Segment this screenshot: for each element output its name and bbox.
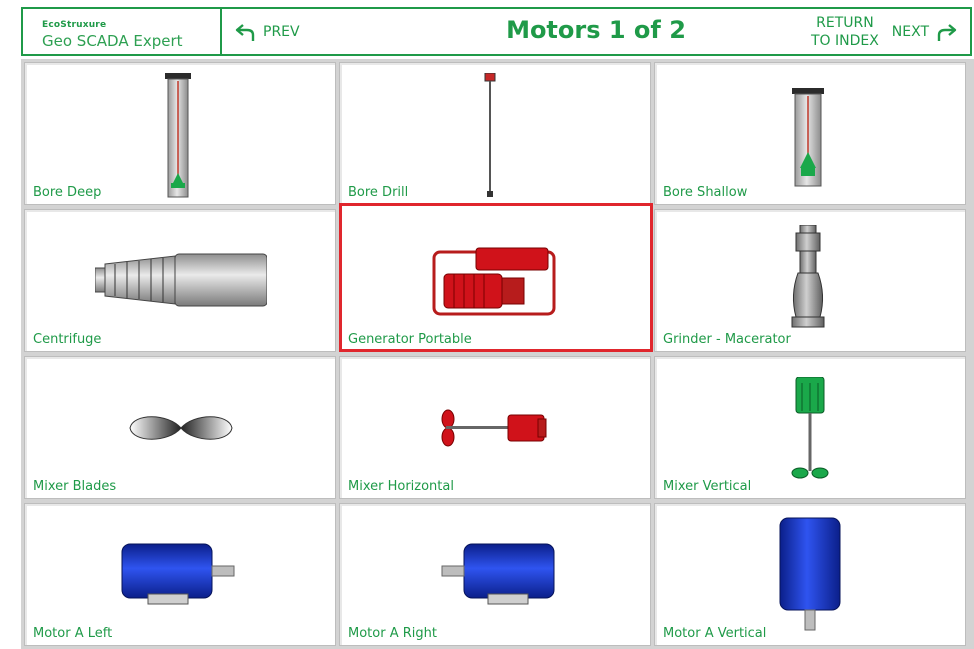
tile-label: Grinder - Macerator — [663, 332, 791, 347]
tile-mixer-horizontal[interactable]: Mixer Horizontal — [339, 356, 651, 499]
page-title: Motors 1 of 2 — [506, 16, 686, 44]
return-label-line1: RETURN — [816, 15, 874, 31]
next-button[interactable]: NEXT — [892, 22, 957, 42]
tile-motor-a-vertical[interactable]: Motor A Vertical — [654, 503, 966, 646]
tile-motor-a-right[interactable]: Motor A Right — [339, 503, 651, 646]
tile-label: Mixer Blades — [33, 479, 117, 494]
motor-a-left-icon — [121, 543, 235, 605]
next-label: NEXT — [891, 24, 929, 40]
grinder-macerator-icon — [791, 225, 825, 328]
tile-label: Bore Deep — [33, 185, 102, 200]
mixer-horizontal-icon — [441, 409, 547, 447]
return-label-line2: TO INDEX — [811, 33, 879, 49]
tile-label: Motor A Right — [348, 626, 437, 641]
tile-generator-portable[interactable]: Generator Portable — [339, 203, 653, 352]
return-to-index-button[interactable]: RETURN TO INDEX — [811, 14, 879, 50]
tile-label: Motor A Vertical — [663, 626, 767, 641]
back-arrow-icon — [235, 24, 255, 41]
centrifuge-icon — [95, 253, 267, 307]
tile-label: Generator Portable — [348, 332, 472, 347]
tile-bore-shallow[interactable]: Bore Shallow — [654, 62, 966, 205]
bore-shallow-icon — [792, 88, 824, 187]
forward-arrow-icon — [937, 24, 957, 41]
tile-centrifuge[interactable]: Centrifuge — [24, 209, 336, 352]
tile-mixer-blades[interactable]: Mixer Blades — [24, 356, 336, 499]
navigation-bar: PREV Motors 1 of 2 RETURN TO INDEX NEXT — [222, 7, 972, 56]
tile-grinder-macerator[interactable]: Grinder - Macerator — [654, 209, 966, 352]
tile-label: Bore Drill — [348, 185, 409, 200]
tile-label: Bore Shallow — [663, 185, 748, 200]
tile-label: Mixer Vertical — [663, 479, 752, 494]
logo-brand: EcoStruxure — [42, 20, 107, 30]
logo-box: EcoStruxure Geo SCADA Expert — [21, 7, 222, 56]
tile-label: Centrifuge — [33, 332, 102, 347]
logo-product-name: Geo SCADA Expert — [42, 32, 183, 50]
mixer-vertical-icon — [791, 377, 829, 479]
symbol-grid: Bore Deep Bore Drill Bore Shallow Centri… — [21, 59, 974, 649]
tile-label: Motor A Left — [33, 626, 113, 641]
generator-portable-icon — [432, 247, 556, 316]
bore-deep-icon — [165, 73, 191, 198]
tile-motor-a-left[interactable]: Motor A Left — [24, 503, 336, 646]
tile-bore-drill[interactable]: Bore Drill — [339, 62, 651, 205]
prev-label: PREV — [263, 24, 300, 40]
mixer-blades-icon — [129, 416, 233, 440]
tile-mixer-vertical[interactable]: Mixer Vertical — [654, 356, 966, 499]
tile-label: Mixer Horizontal — [348, 479, 454, 494]
prev-button[interactable]: PREV — [235, 22, 300, 42]
tile-bore-deep[interactable]: Bore Deep — [24, 62, 336, 205]
motor-a-vertical-icon — [779, 517, 841, 631]
bore-drill-icon — [484, 73, 496, 197]
motor-a-right-icon — [441, 543, 555, 605]
